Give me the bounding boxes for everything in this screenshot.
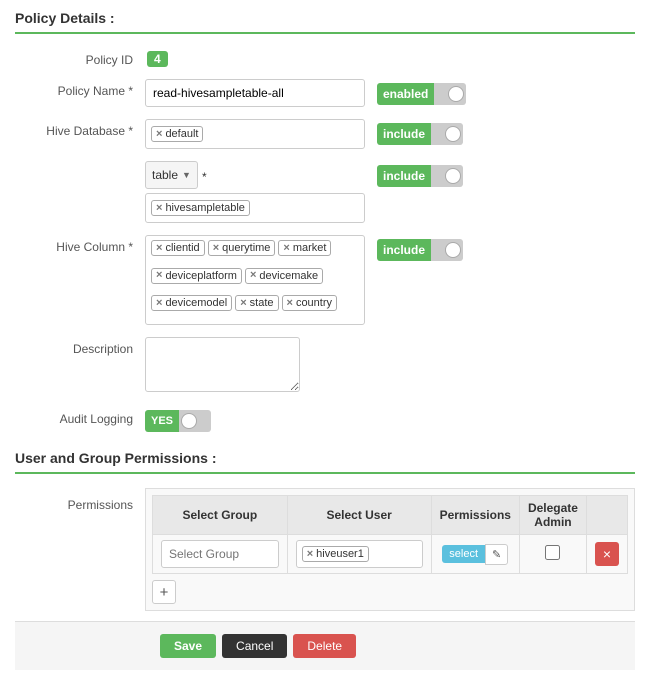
policy-id-label: Policy ID: [15, 48, 145, 67]
col-tag-state: × state: [235, 295, 278, 311]
table-include-toggle[interactable]: [431, 165, 463, 187]
delete-row-button[interactable]: ×: [595, 542, 619, 566]
description-textarea[interactable]: [145, 337, 300, 392]
toggle-knob: [448, 86, 464, 102]
hive-column-tags[interactable]: × clientid × querytime × market × device…: [145, 235, 365, 325]
permissions-label: Permissions: [15, 488, 145, 611]
enabled-toggle-label: enabled: [377, 83, 434, 105]
cancel-button[interactable]: Cancel: [222, 634, 287, 658]
permission-row: × hiveuser1 select ✎: [153, 535, 628, 574]
db-include-toggle[interactable]: [431, 123, 463, 145]
col-tag-clientid: × clientid: [151, 240, 205, 256]
col-header-delegate: Delegate Admin: [519, 496, 586, 535]
policy-details-title: Policy Details :: [15, 10, 635, 34]
table-include-toggle-label: include: [377, 165, 431, 187]
col-tag-devicemake: × devicemake: [245, 268, 323, 284]
db-toggle-knob: [445, 126, 461, 142]
db-include-toggle-label: include: [377, 123, 431, 145]
audit-logging-label: Audit Logging: [15, 407, 145, 426]
delete-button[interactable]: Delete: [293, 634, 356, 658]
column-include-toggle-label: include: [377, 239, 431, 261]
col-header-delete: [586, 496, 627, 535]
policy-name-label: Policy Name *: [15, 79, 145, 98]
col-tag-market: × market: [278, 240, 331, 256]
col-tag-devicemodel: × devicemodel: [151, 295, 232, 311]
table-type-value: table: [152, 168, 178, 182]
enabled-toggle[interactable]: [434, 83, 466, 105]
hive-db-tags[interactable]: × default: [145, 119, 365, 149]
permissions-section-title: User and Group Permissions :: [15, 450, 635, 474]
hive-column-label: Hive Column *: [15, 235, 145, 254]
policy-id-value: 4: [147, 51, 168, 67]
perm-select-button[interactable]: select: [442, 545, 485, 563]
description-label: Description: [15, 337, 145, 356]
table-type-dropdown[interactable]: table ▼: [145, 161, 198, 189]
dropdown-arrow-icon: ▼: [182, 170, 191, 180]
audit-toggle[interactable]: YES: [145, 410, 365, 432]
audit-yes-label: YES: [145, 410, 179, 432]
col-header-perm: Permissions: [431, 496, 519, 535]
user-tag-hiveuser1: × hiveuser1: [302, 546, 369, 562]
col-tag-deviceplatform: × deviceplatform: [151, 268, 242, 284]
column-toggle-knob: [445, 242, 461, 258]
table-toggle-knob: [445, 168, 461, 184]
db-tag-default: × default: [151, 126, 203, 142]
db-tag-remove[interactable]: ×: [156, 129, 162, 140]
col-header-group: Select Group: [153, 496, 288, 535]
table-tag-remove[interactable]: ×: [156, 203, 162, 214]
footer-buttons: Save Cancel Delete: [15, 621, 635, 670]
edit-icon: ✎: [492, 549, 501, 561]
audit-toggle-switch[interactable]: [179, 410, 211, 432]
hive-db-label: Hive Database *: [15, 119, 145, 138]
table-label-cell: [15, 161, 145, 166]
table-tags[interactable]: × hivesampletable: [145, 193, 365, 223]
select-group-input[interactable]: [161, 540, 279, 568]
col-tag-country: × country: [282, 295, 338, 311]
save-button[interactable]: Save: [160, 634, 216, 658]
col-tag-querytime: × querytime: [208, 240, 276, 256]
table-required-star: *: [202, 167, 207, 184]
perm-edit-button[interactable]: ✎: [485, 544, 508, 565]
table-tag-hivesample: × hivesampletable: [151, 200, 250, 216]
audit-toggle-knob: [181, 413, 197, 429]
col-header-user: Select User: [287, 496, 431, 535]
column-include-toggle[interactable]: [431, 239, 463, 261]
add-row-button[interactable]: +: [152, 580, 176, 604]
user-tag-remove[interactable]: ×: [307, 549, 313, 560]
select-user-tags[interactable]: × hiveuser1: [296, 540, 423, 568]
delegate-admin-checkbox[interactable]: [545, 545, 560, 560]
policy-name-input[interactable]: [145, 79, 365, 107]
